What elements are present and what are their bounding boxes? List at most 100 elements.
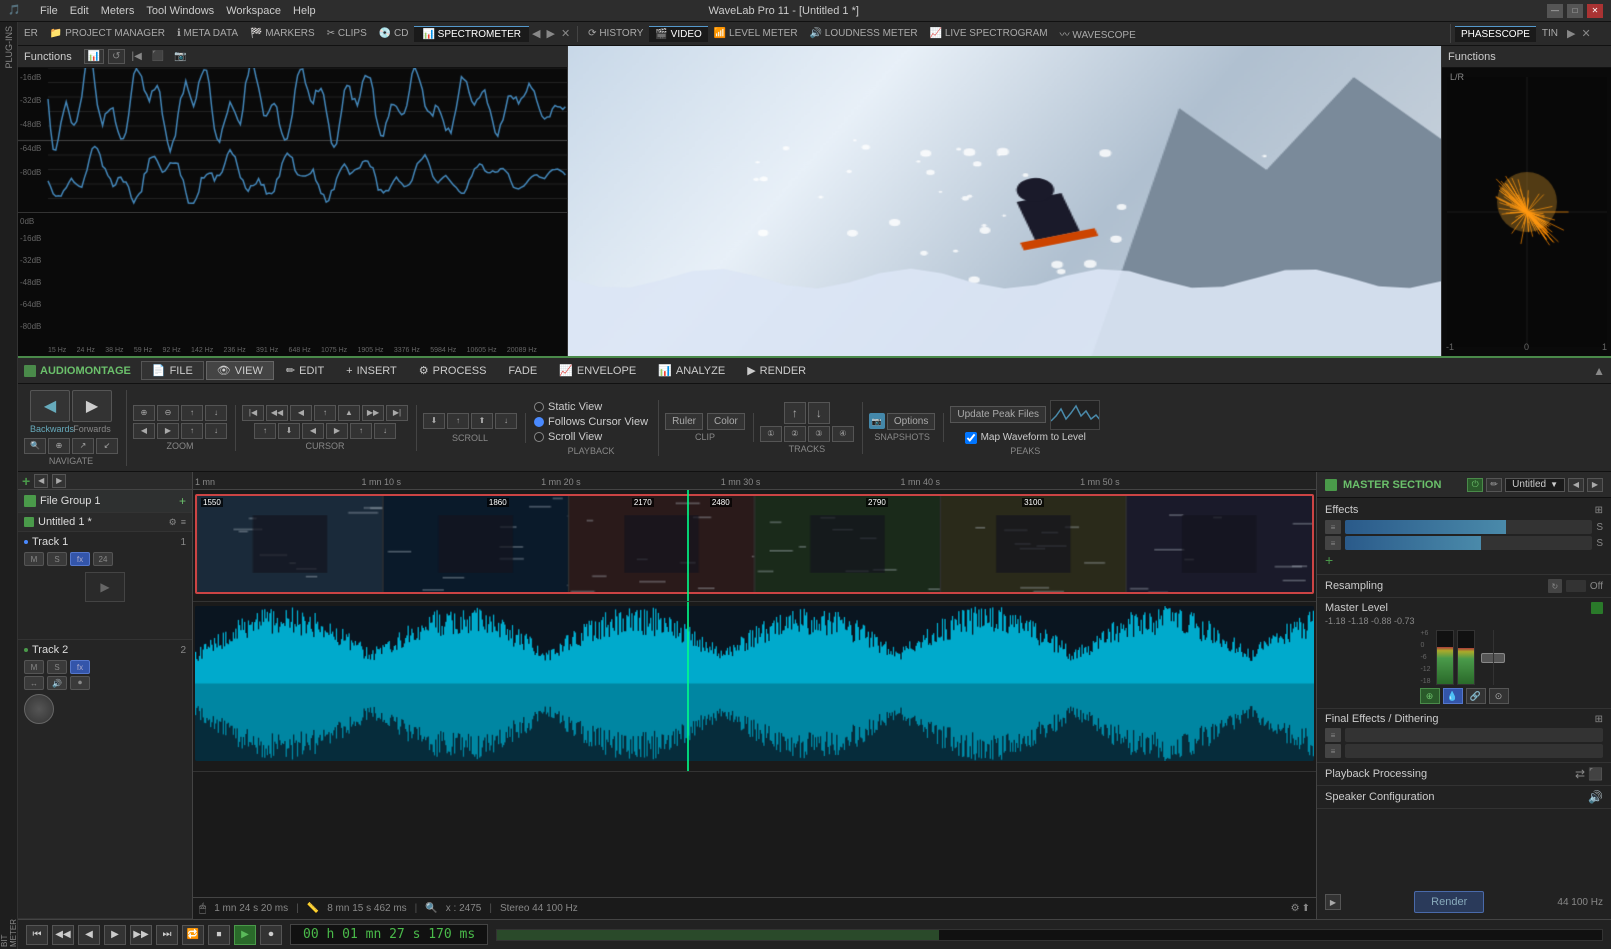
- tab-history[interactable]: ⟳ HISTORY: [582, 26, 649, 41]
- video-clip[interactable]: 1550 1860 2170 2480 2790 3100: [195, 494, 1314, 594]
- tab-levelmeter[interactable]: 📶 LEVEL METER: [708, 26, 804, 41]
- track2-rec-btn[interactable]: ⏺: [70, 676, 90, 690]
- tab-fade[interactable]: FADE: [498, 363, 547, 379]
- cursor-btn-4[interactable]: ↑: [314, 405, 336, 421]
- tab-analyze[interactable]: 📊ANALYZE: [648, 362, 735, 379]
- ruler-btn[interactable]: Ruler: [665, 413, 703, 430]
- zoom-btn-7[interactable]: ↑: [181, 423, 203, 439]
- tracks-btn-4[interactable]: ②: [784, 426, 806, 442]
- zoom-btn-4[interactable]: ↓: [205, 405, 227, 421]
- menu-edit[interactable]: Edit: [70, 5, 89, 17]
- tab-tin[interactable]: TIN: [1536, 26, 1564, 41]
- nav-btn-3[interactable]: 🔍: [24, 438, 46, 454]
- tab-envelope[interactable]: 📈ENVELOPE: [549, 362, 646, 379]
- close-panel-btn[interactable]: ✕: [558, 27, 573, 40]
- tab-markers[interactable]: 🏁 MARKERS: [244, 26, 321, 41]
- effect2-settings[interactable]: S: [1596, 538, 1603, 549]
- cursor-select[interactable]: ▲: [338, 405, 360, 421]
- track1-num-btn[interactable]: 24: [93, 552, 113, 566]
- nav-back-btn[interactable]: ◀: [30, 390, 70, 422]
- master-preset-dropdown[interactable]: Untitled ▼: [1505, 478, 1565, 492]
- pp-btn-2[interactable]: ⬛: [1588, 767, 1603, 781]
- tracks-btn-2[interactable]: ↓: [808, 402, 830, 424]
- tab-phasescope[interactable]: PHASESCOPE: [1455, 26, 1536, 42]
- cursor-btn-11[interactable]: ↑: [350, 423, 372, 439]
- master-power-btn[interactable]: ⏻: [1467, 478, 1483, 492]
- track1-mini-player[interactable]: ▶: [85, 572, 125, 602]
- final-effects-expand[interactable]: ⊞: [1595, 714, 1603, 725]
- menu-workspace[interactable]: Workspace: [226, 5, 281, 17]
- tab-spectrometer[interactable]: 📊 SPECTROMETER: [414, 26, 529, 42]
- tb-record[interactable]: ⏺: [260, 925, 282, 945]
- level-btn-3[interactable]: 🔗: [1466, 688, 1486, 704]
- tabs-right-expand[interactable]: ▶: [1564, 27, 1578, 40]
- tab-cd[interactable]: 💿 CD: [373, 26, 415, 41]
- effect1-settings[interactable]: S: [1596, 522, 1603, 533]
- track2-fx-btn[interactable]: fx: [70, 660, 90, 674]
- menu-file[interactable]: File: [40, 5, 58, 17]
- level-btn-4[interactable]: ⊙: [1489, 688, 1509, 704]
- cursor-btn-7[interactable]: ↑: [254, 423, 276, 439]
- zoom-btn-8[interactable]: ↓: [205, 423, 227, 439]
- tab-video[interactable]: 🎬 VIDEO: [649, 26, 707, 42]
- zoom-btn-6[interactable]: ▶: [157, 423, 179, 439]
- zoom-btn-3[interactable]: ↑: [181, 405, 203, 421]
- tab-process[interactable]: ⚙PROCESS: [409, 362, 497, 379]
- add-effect-btn[interactable]: +: [1325, 552, 1603, 568]
- tab-edit[interactable]: ✏EDIT: [276, 362, 334, 379]
- close-button[interactable]: ✕: [1587, 4, 1603, 18]
- menu-meters[interactable]: Meters: [101, 5, 135, 17]
- map-waveform-checkbox[interactable]: [965, 432, 977, 444]
- add-track-btn[interactable]: +: [22, 473, 30, 489]
- feffect1-bar[interactable]: [1345, 728, 1603, 742]
- tab-project-manager[interactable]: 📁 PROJECT MANAGER: [44, 26, 171, 41]
- options-btn[interactable]: Options: [887, 413, 935, 430]
- scroll-btn-2[interactable]: ↑: [447, 413, 469, 429]
- audio-clip[interactable]: [195, 606, 1314, 761]
- tab-wavescope[interactable]: 〰 WAVESCOPE: [1054, 24, 1142, 43]
- timeline-expand-btn[interactable]: ⬆: [1302, 903, 1310, 914]
- level-fader[interactable]: [1478, 630, 1508, 685]
- am-collapse-btn[interactable]: ▲: [1593, 364, 1605, 378]
- menu-help[interactable]: Help: [293, 5, 316, 17]
- level-btn-1[interactable]: ⊕: [1420, 688, 1440, 704]
- tab-view[interactable]: 👁VIEW: [206, 361, 274, 380]
- scroll-btn-3[interactable]: ⬆: [471, 413, 493, 429]
- tracks-btn-6[interactable]: ④: [832, 426, 854, 442]
- track1-s-btn[interactable]: S: [47, 552, 67, 566]
- tb-prev[interactable]: ◀◀: [52, 925, 74, 945]
- track1-fx-btn[interactable]: fx: [70, 552, 90, 566]
- maximize-button[interactable]: □: [1567, 4, 1583, 18]
- untitled-header[interactable]: Untitled 1 * ⚙ ≡: [18, 513, 192, 532]
- tab-clips[interactable]: ✂ CLIPS: [321, 26, 373, 41]
- tb-forward[interactable]: ▶: [104, 925, 126, 945]
- master-collapse-btn[interactable]: ◀: [1568, 478, 1584, 492]
- header-btn-1[interactable]: ◀: [34, 474, 48, 488]
- effect2-bar[interactable]: [1345, 536, 1592, 550]
- cursor-btn-9[interactable]: ◀: [302, 423, 324, 439]
- track1-m-btn[interactable]: M: [24, 552, 44, 566]
- tab-livespectrogram[interactable]: 📈 LIVE SPECTROGRAM: [924, 26, 1054, 41]
- effects-expand-btn[interactable]: ⊞: [1595, 505, 1603, 516]
- tab-metadata[interactable]: ℹ META DATA: [171, 26, 244, 41]
- tb-loop[interactable]: 🔁: [182, 925, 204, 945]
- minimize-button[interactable]: —: [1547, 4, 1563, 18]
- spec-btn-4[interactable]: ⬛: [149, 50, 167, 63]
- cursor-btn-3[interactable]: ◀: [290, 405, 312, 421]
- timeline-options-btn[interactable]: ⚙: [1291, 903, 1300, 914]
- scroll-btn-1[interactable]: ⬇: [423, 413, 445, 429]
- cursor-btn-2[interactable]: ◀◀: [266, 405, 288, 421]
- tabs-right-close[interactable]: ✕: [1579, 27, 1594, 40]
- track2-fader[interactable]: [24, 694, 54, 724]
- track2-vol-btn[interactable]: 🔊: [47, 676, 67, 690]
- nav-forward-btn[interactable]: ▶: [72, 390, 112, 422]
- speaker-icon[interactable]: 🔊: [1588, 790, 1603, 804]
- resampling-value[interactable]: Off: [1590, 581, 1603, 592]
- tracks-btn-3[interactable]: ①: [760, 426, 782, 442]
- tb-rewind[interactable]: ◀: [78, 925, 100, 945]
- prev-tab-btn[interactable]: ◀: [529, 27, 543, 40]
- cursor-btn-8[interactable]: ⬇: [278, 423, 300, 439]
- track2-pan-btn[interactable]: ↔: [24, 676, 44, 690]
- nav-btn-6[interactable]: ↙: [96, 438, 118, 454]
- tb-next[interactable]: ▶▶: [130, 925, 152, 945]
